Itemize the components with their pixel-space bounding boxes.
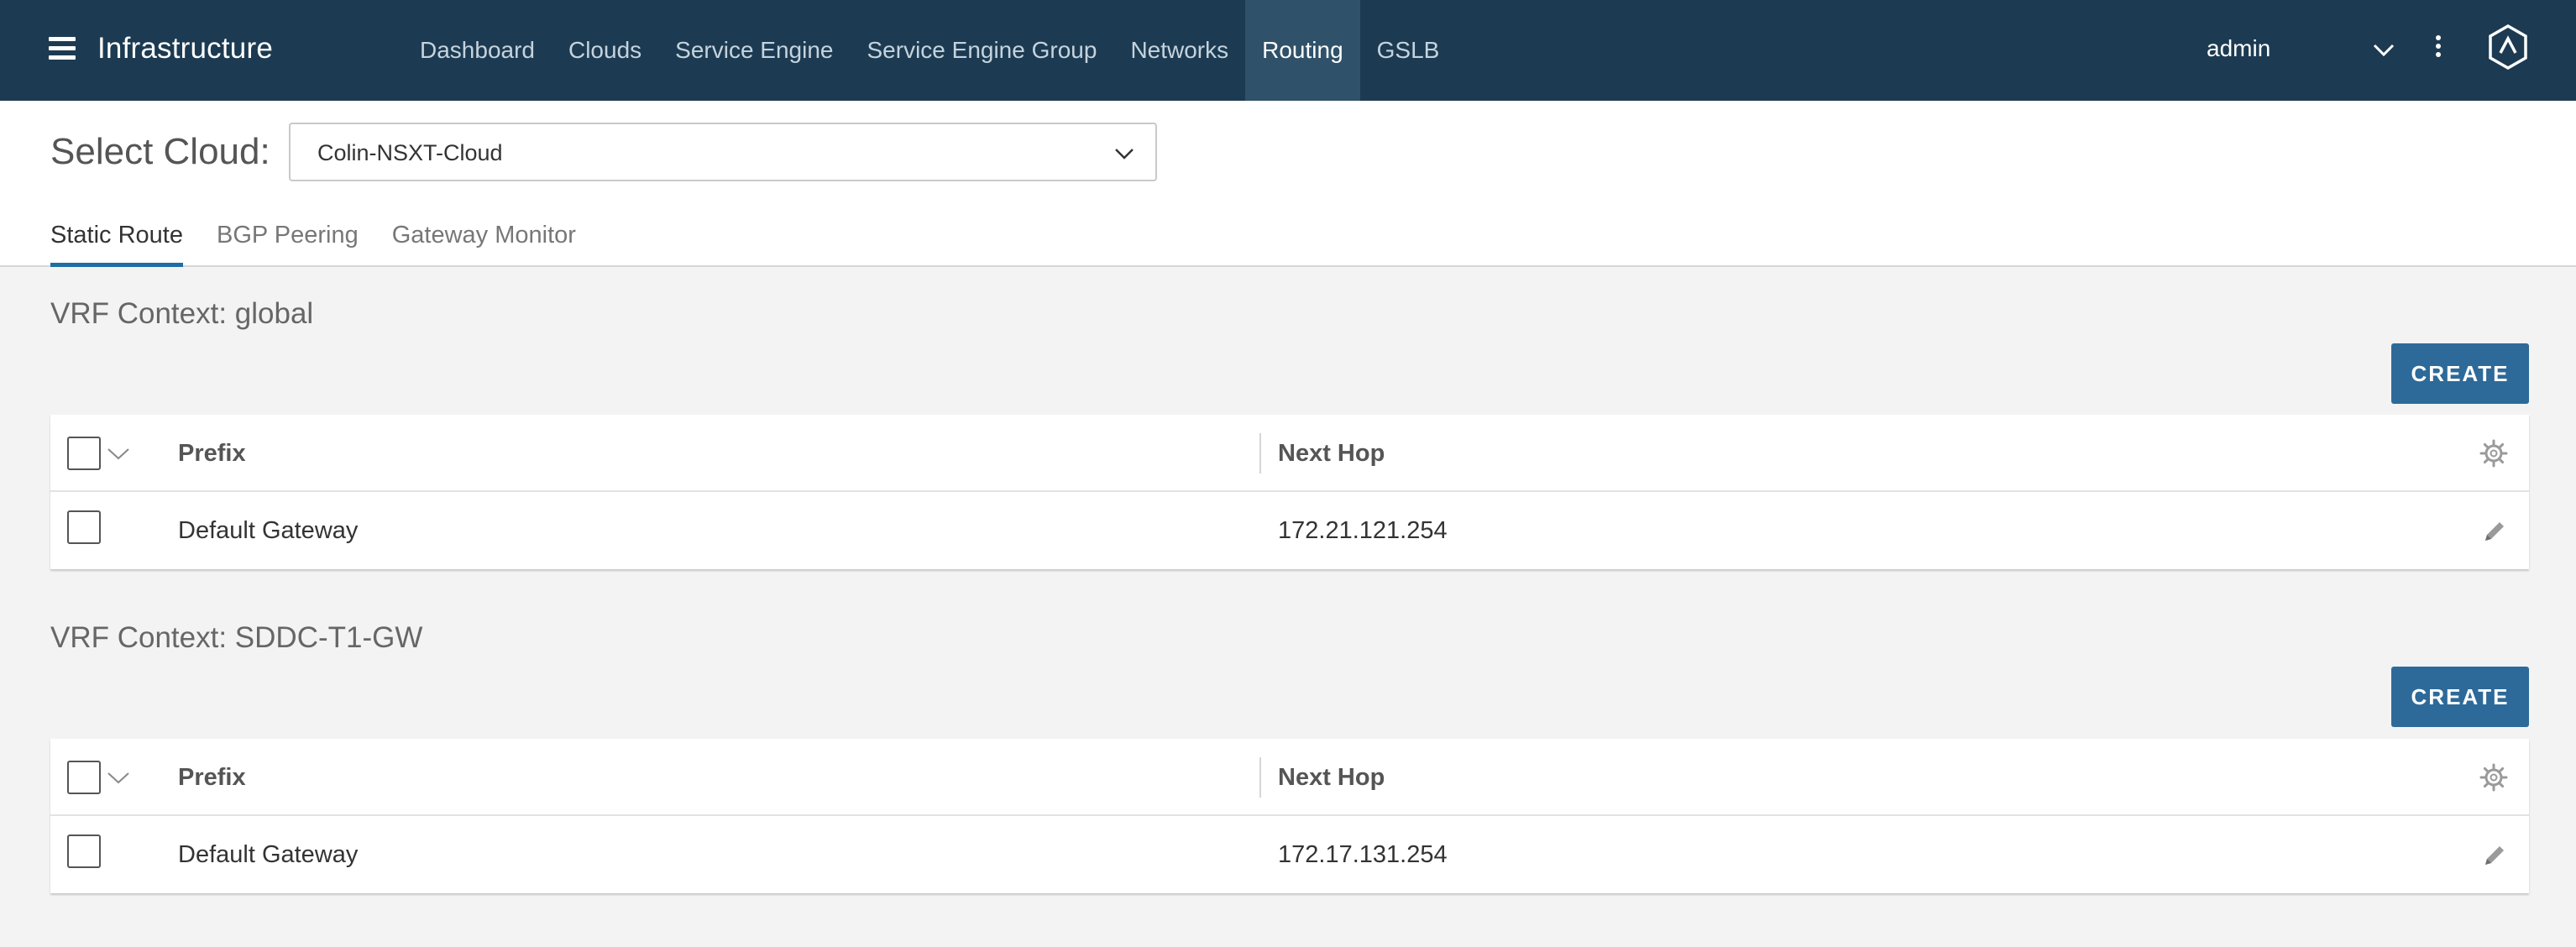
user-name[interactable]: admin: [2207, 35, 2270, 62]
pencil-icon[interactable]: [2480, 517, 2509, 546]
column-header-next-hop[interactable]: Next Hop: [1278, 764, 1385, 792]
create-button[interactable]: CREATE: [2391, 343, 2529, 404]
select-all-checkbox[interactable]: [67, 437, 101, 470]
table-row: Default Gateway 172.21.121.254: [50, 492, 2529, 569]
nav-item-networks[interactable]: Networks: [1113, 0, 1245, 101]
chevron-down-icon[interactable]: [106, 766, 131, 788]
cloud-select-dropdown[interactable]: Colin-NSXT-Cloud: [289, 123, 1157, 181]
cell-prefix: Default Gateway: [178, 841, 359, 868]
static-route-grid: Prefix Next Hop Default Gateway 172.17.1…: [50, 739, 2529, 893]
gear-icon[interactable]: [2479, 762, 2509, 793]
menu-icon[interactable]: [49, 37, 76, 60]
kebab-menu-icon[interactable]: [2428, 35, 2448, 65]
nav-item-routing[interactable]: Routing: [1245, 0, 1360, 101]
vrf-context-title: VRF Context: SDDC-T1-GW: [50, 621, 423, 654]
app-title: Infrastructure: [97, 32, 273, 65]
avi-logo-icon[interactable]: [2487, 24, 2529, 71]
cell-next-hop: 172.17.131.254: [1278, 841, 1448, 868]
tab-bgp-peering[interactable]: BGP Peering: [217, 222, 359, 267]
tab-static-route[interactable]: Static Route: [50, 222, 183, 267]
pencil-icon[interactable]: [2480, 841, 2509, 870]
nav-item-service-engine-group[interactable]: Service Engine Group: [851, 0, 1114, 101]
column-header-next-hop[interactable]: Next Hop: [1278, 440, 1385, 468]
top-nav-bar: Infrastructure Dashboard Clouds Service …: [0, 0, 2576, 101]
row-checkbox[interactable]: [67, 510, 101, 544]
chevron-down-icon[interactable]: [106, 442, 131, 464]
vrf-context-title: VRF Context: global: [50, 297, 314, 330]
grid-header: Prefix Next Hop: [50, 739, 2529, 816]
grid-header: Prefix Next Hop: [50, 415, 2529, 492]
select-all-checkbox[interactable]: [67, 761, 101, 794]
row-checkbox[interactable]: [67, 835, 101, 868]
routing-header: Select Cloud: Colin-NSXT-Cloud Static Ro…: [0, 101, 2576, 267]
table-row: Default Gateway 172.17.131.254: [50, 816, 2529, 893]
column-divider[interactable]: [1259, 757, 1261, 798]
nav-item-service-engine[interactable]: Service Engine: [658, 0, 850, 101]
nav-item-clouds[interactable]: Clouds: [552, 0, 658, 101]
chevron-down-icon[interactable]: [2371, 37, 2396, 62]
cell-next-hop: 172.21.121.254: [1278, 517, 1448, 544]
create-button[interactable]: CREATE: [2391, 667, 2529, 727]
cell-prefix: Default Gateway: [178, 517, 359, 544]
nav-item-gslb[interactable]: GSLB: [1360, 0, 1457, 101]
chevron-down-icon: [1115, 149, 1134, 160]
main-nav: Dashboard Clouds Service Engine Service …: [403, 0, 1456, 101]
column-header-prefix[interactable]: Prefix: [178, 440, 246, 468]
tab-gateway-monitor[interactable]: Gateway Monitor: [392, 222, 576, 267]
select-cloud-label: Select Cloud:: [50, 131, 270, 172]
gear-icon[interactable]: [2479, 438, 2509, 468]
nav-item-dashboard[interactable]: Dashboard: [403, 0, 552, 101]
routing-tabs: Static Route BGP Peering Gateway Monitor: [50, 222, 610, 267]
column-divider[interactable]: [1259, 433, 1261, 473]
static-route-grid: Prefix Next Hop Default Gateway 172.21.1…: [50, 415, 2529, 569]
column-header-prefix[interactable]: Prefix: [178, 764, 246, 792]
cloud-select-value: Colin-NSXT-Cloud: [317, 140, 503, 165]
